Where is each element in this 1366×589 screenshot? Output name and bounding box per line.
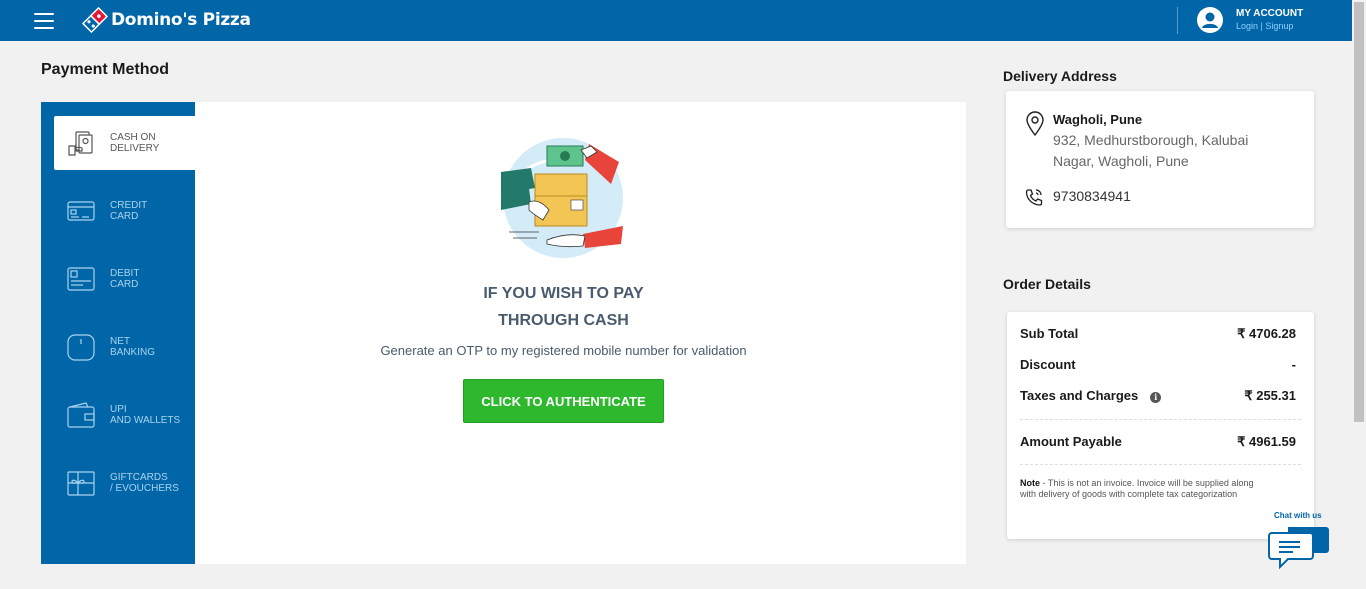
payment-option-giftcards[interactable]: GIFTCARDS / EVOUCHERS [54,456,195,510]
scrollbar-thumb[interactable] [1354,2,1364,422]
delivery-address-title: Delivery Address [1003,68,1117,84]
signup-link[interactable]: Signup [1265,21,1293,31]
user-account-icon[interactable] [1197,7,1223,33]
payment-option-cash-on-delivery[interactable]: CASH ON DELIVERY [54,116,195,170]
phone-icon [1025,189,1043,206]
amount-payable-label: Amount Payable [1020,434,1122,449]
payment-option-net-banking[interactable]: NET BANKING [54,320,195,374]
taxes-row: Taxes and Charges i ₹ 255.31 [1020,388,1296,404]
payment-option-label: NET BANKING [110,336,156,358]
wallet-icon [67,402,95,428]
top-header: Domino's Pizza MY ACCOUNT Login | Signup [0,0,1352,41]
authenticate-button[interactable]: CLICK TO AUTHENTICATE [463,379,664,423]
order-details-card: Sub Total ₹ 4706.28 Discount - Taxes and… [1007,312,1314,539]
header-divider [1177,7,1178,34]
credit-card-icon [67,201,95,221]
discount-row: Discount - [1020,357,1296,372]
debit-card-icon [67,267,95,291]
amount-payable-row: Amount Payable ₹ 4961.59 [1020,434,1296,450]
payment-option-label: UPI AND WALLETS [110,404,181,426]
payment-method-sidebar: CASH ON DELIVERY CREDIT CARD DEBIT CARD … [41,102,195,564]
sub-total-label: Sub Total [1020,326,1079,341]
payment-option-label: CASH ON DELIVERY [110,132,160,154]
cash-payment-heading: IF YOU WISH TO PAY THROUGH CASH [483,285,644,329]
payment-option-label: GIFTCARDS / EVOUCHERS [110,472,179,494]
payment-method-title: Payment Method [41,61,170,78]
payment-option-debit-card[interactable]: DEBIT CARD [54,252,195,306]
page-scrollbar[interactable] [1352,0,1366,589]
address-name: Wagholi, Pune [1053,112,1143,127]
payment-option-credit-card[interactable]: CREDIT CARD [54,184,195,238]
payment-option-label: CREDIT CARD [110,200,148,222]
amount-payable-value: ₹ 4961.59 [1237,434,1296,449]
order-details-title: Order Details [1003,276,1091,292]
location-pin-icon [1026,111,1044,137]
brand-name: Domino's Pizza [111,10,251,30]
info-icon[interactable]: i [1150,392,1162,403]
payment-content-panel: IF YOU WISH TO PAY THROUGH CASH Generate… [195,102,966,564]
cash-delivery-illustration [501,138,623,258]
taxes-value: ₹ 255.31 [1244,388,1296,403]
address-text: 932, Medhurstborough, Kalubai Nagar, Wag… [1053,132,1249,169]
otp-description: Generate an OTP to my registered mobile … [380,343,747,358]
taxes-label: Taxes and Charges [1020,388,1139,403]
note-text: - This is not an invoice. Invoice will b… [1020,478,1254,499]
dominos-logo-icon [82,7,108,33]
account-links: Login | Signup [1236,21,1293,31]
sub-total-row: Sub Total ₹ 4706.28 [1020,326,1296,342]
giftcard-icon [67,471,95,496]
invoice-note: Note - This is not an invoice. Invoice w… [1020,478,1270,500]
divider [1020,419,1301,420]
delivery-address-card: Wagholi, Pune 932, Medhurstborough, Kalu… [1006,91,1314,228]
dominos-logo[interactable]: Domino's Pizza [82,5,251,35]
sub-total-value: ₹ 4706.28 [1237,326,1296,341]
phone-number: 9730834941 [1053,188,1131,204]
cash-icon [68,131,93,156]
hamburger-menu-icon[interactable] [34,13,54,29]
login-link[interactable]: Login [1236,21,1258,31]
discount-label: Discount [1020,357,1076,372]
mouse-icon [67,334,95,361]
payment-option-label: DEBIT CARD [110,268,140,290]
chat-bubble-icon[interactable] [1268,523,1330,571]
chat-with-us-label[interactable]: Chat with us [1274,511,1322,520]
my-account-title: MY ACCOUNT [1236,8,1304,19]
divider [1020,464,1301,465]
note-label: Note [1020,478,1040,488]
discount-value: - [1291,357,1296,372]
payment-option-upi-wallets[interactable]: UPI AND WALLETS [54,388,195,442]
